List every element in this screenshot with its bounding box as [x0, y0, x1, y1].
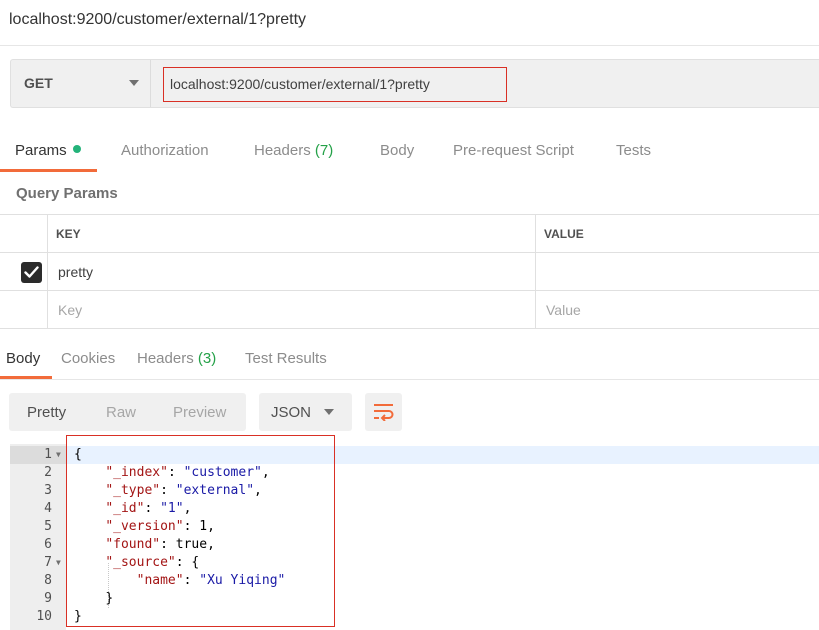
line-number: 6	[44, 537, 52, 552]
query-params-table: KEY VALUE pretty Key Value	[0, 214, 819, 329]
response-highlight-box	[66, 435, 335, 627]
param-value-input[interactable]	[536, 253, 819, 290]
url-text: localhost:9200/customer/external/1?prett…	[170, 76, 430, 92]
wrap-lines-button[interactable]	[365, 393, 402, 431]
tab-body[interactable]: Body	[380, 142, 414, 159]
tab-authorization[interactable]: Authorization	[121, 142, 209, 159]
active-resp-tab-indicator	[0, 376, 52, 379]
value-header-label: VALUE	[544, 227, 584, 241]
chevron-down-icon	[324, 409, 334, 415]
resp-tab-test-results[interactable]: Test Results	[245, 350, 327, 367]
key-header-label: KEY	[56, 227, 81, 241]
window-title-bar: localhost:9200/customer/external/1?prett…	[0, 0, 819, 46]
line-number: 10	[36, 609, 52, 624]
new-value-input[interactable]: Value	[536, 291, 819, 328]
request-tabs: Params Authorization Headers (7) Body Pr…	[0, 132, 819, 172]
params-active-dot-icon	[72, 145, 81, 153]
param-enabled-checkbox[interactable]	[21, 262, 42, 283]
line-number: 4	[44, 501, 52, 516]
line-number: 3	[44, 483, 52, 498]
tab-prerequest-script[interactable]: Pre-request Script	[453, 142, 574, 159]
response-tabs: Body Cookies Headers (3) Test Results	[0, 340, 819, 380]
query-params-title: Query Params	[16, 185, 118, 202]
new-key-input[interactable]: Key	[48, 291, 536, 328]
view-mode-group: Pretty Raw Preview	[9, 393, 246, 431]
fold-arrow-icon[interactable]: ▼	[56, 554, 61, 572]
active-tab-indicator	[0, 169, 97, 172]
table-row: pretty	[0, 253, 819, 291]
resp-tab-headers-label: Headers	[137, 350, 194, 367]
wrap-lines-icon	[374, 404, 394, 421]
window-title: localhost:9200/customer/external/1?prett…	[9, 11, 307, 28]
check-icon	[24, 266, 39, 278]
line-number: 1	[44, 447, 52, 462]
value-column-header: VALUE	[536, 215, 819, 252]
tab-params[interactable]: Params	[15, 142, 81, 159]
tab-headers-label: Headers	[254, 142, 311, 159]
format-label: JSON	[271, 404, 312, 421]
table-header-row: KEY VALUE	[0, 215, 819, 253]
method-dropdown[interactable]: GET	[11, 60, 151, 107]
line-number: 9	[44, 591, 52, 606]
checkbox-column-header	[0, 215, 48, 252]
tab-params-label: Params	[15, 142, 67, 159]
tab-headers-count: (7)	[314, 142, 334, 159]
value-placeholder: Value	[546, 302, 581, 318]
resp-tab-body[interactable]: Body	[6, 350, 40, 367]
resp-tab-cookies[interactable]: Cookies	[61, 350, 115, 367]
row-checkbox-cell-empty	[0, 291, 48, 328]
param-key-text: pretty	[58, 264, 94, 280]
line-number: 7	[44, 555, 52, 570]
chevron-down-icon	[129, 80, 139, 86]
view-raw-button[interactable]: Raw	[106, 404, 136, 421]
table-row-new: Key Value	[0, 291, 819, 329]
tab-headers[interactable]: Headers (7)	[254, 142, 333, 159]
format-dropdown[interactable]: JSON	[259, 393, 352, 431]
param-key-input[interactable]: pretty	[48, 253, 536, 290]
resp-tab-headers[interactable]: Headers (3)	[137, 350, 216, 367]
view-pretty-button[interactable]: Pretty	[27, 404, 66, 421]
view-preview-button[interactable]: Preview	[173, 404, 226, 421]
method-label: GET	[24, 75, 53, 91]
tab-tests[interactable]: Tests	[616, 142, 651, 159]
row-checkbox-cell	[0, 253, 48, 290]
key-column-header: KEY	[48, 215, 536, 252]
request-url-bar: GET localhost:9200/customer/external/1?p…	[10, 59, 819, 108]
line-number: 5	[44, 519, 52, 534]
line-number: 2	[44, 465, 52, 480]
url-input[interactable]: localhost:9200/customer/external/1?prett…	[163, 67, 507, 102]
fold-arrow-icon[interactable]: ▼	[56, 446, 61, 464]
line-number: 8	[44, 573, 52, 588]
resp-tab-headers-count: (3)	[197, 350, 217, 367]
key-placeholder: Key	[58, 302, 83, 318]
